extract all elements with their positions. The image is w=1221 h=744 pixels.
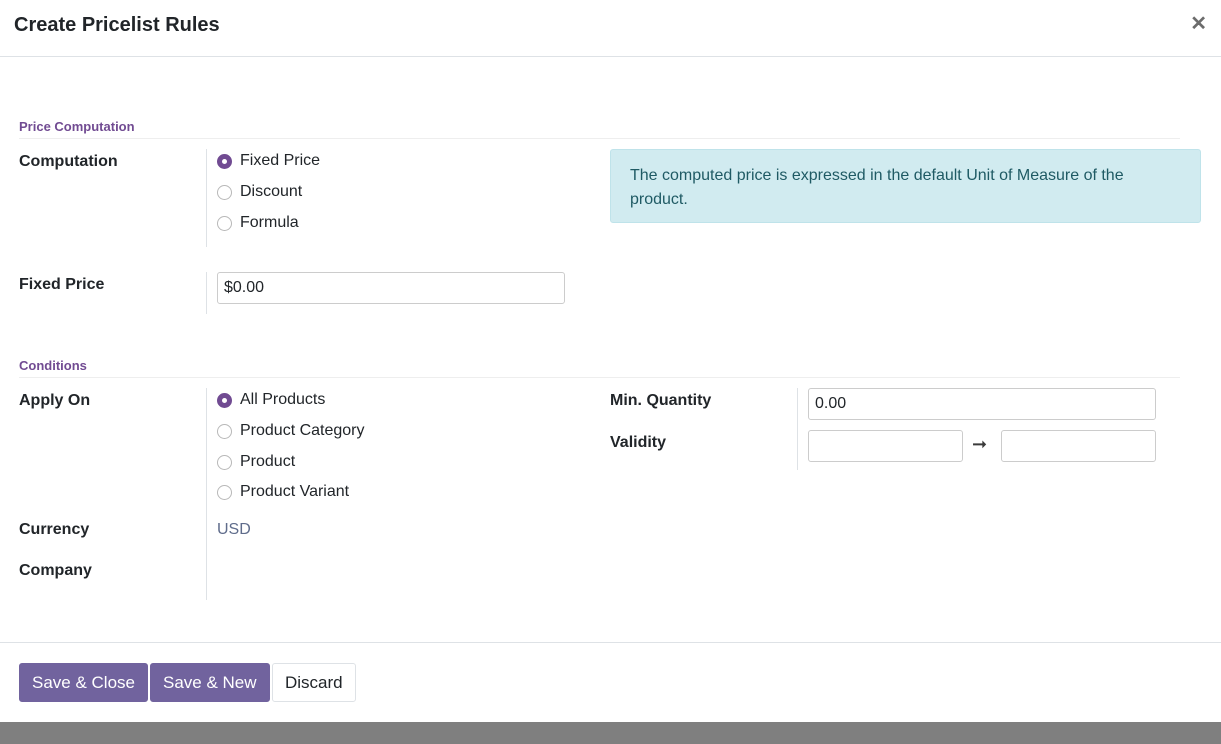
radio-unchecked-icon[interactable] bbox=[217, 423, 232, 439]
close-icon[interactable]: ✕ bbox=[1190, 12, 1207, 36]
radio-checked-icon[interactable] bbox=[217, 153, 232, 169]
company-label: Company bbox=[19, 562, 92, 579]
field-separator bbox=[797, 388, 798, 470]
arrow-right-icon: ➞ bbox=[972, 434, 988, 454]
uom-info-alert: The computed price is expressed in the d… bbox=[610, 149, 1201, 223]
radio-product-category[interactable]: Product Category bbox=[217, 420, 365, 442]
radio-all-products[interactable]: All Products bbox=[217, 389, 325, 411]
section-title-price-computation: Price Computation bbox=[19, 119, 135, 134]
radio-label: Fixed Price bbox=[240, 152, 321, 169]
radio-unchecked-icon[interactable] bbox=[217, 184, 232, 200]
save-close-button[interactable]: Save & Close bbox=[19, 663, 148, 702]
radio-label: Product Variant bbox=[240, 483, 350, 500]
field-separator bbox=[206, 388, 207, 600]
discard-button[interactable]: Discard bbox=[272, 663, 356, 702]
field-separator bbox=[206, 149, 207, 247]
radio-checked-icon[interactable] bbox=[217, 392, 232, 408]
modal-backdrop bbox=[0, 722, 1221, 744]
save-new-button[interactable]: Save & New bbox=[150, 663, 270, 702]
validity-end-input[interactable] bbox=[1001, 430, 1156, 462]
radio-unchecked-icon[interactable] bbox=[217, 215, 232, 231]
section-divider bbox=[19, 377, 1180, 378]
min-quantity-input[interactable] bbox=[808, 388, 1156, 420]
radio-label: Discount bbox=[240, 183, 303, 200]
radio-label: Product Category bbox=[240, 422, 365, 439]
radio-product-variant[interactable]: Product Variant bbox=[217, 481, 349, 503]
currency-label: Currency bbox=[19, 521, 90, 538]
computation-label: Computation bbox=[19, 153, 118, 170]
section-title-conditions: Conditions bbox=[19, 358, 87, 373]
apply-on-label: Apply On bbox=[19, 392, 91, 409]
modal-title: Create Pricelist Rules bbox=[14, 14, 220, 36]
fixed-price-label: Fixed Price bbox=[19, 276, 105, 293]
radio-discount[interactable]: Discount bbox=[217, 181, 302, 203]
modal-header: Create Pricelist Rules ✕ bbox=[0, 0, 1221, 57]
section-divider bbox=[19, 138, 1180, 139]
min-quantity-label: Min. Quantity bbox=[610, 392, 712, 409]
radio-label: All Products bbox=[240, 391, 326, 408]
radio-unchecked-icon[interactable] bbox=[217, 484, 232, 500]
radio-label: Product bbox=[240, 453, 296, 470]
radio-product[interactable]: Product bbox=[217, 451, 295, 473]
currency-value: USD bbox=[217, 521, 251, 538]
field-separator bbox=[206, 272, 207, 314]
radio-label: Formula bbox=[240, 214, 299, 231]
radio-fixed-price[interactable]: Fixed Price bbox=[217, 150, 320, 172]
fixed-price-input[interactable] bbox=[217, 272, 565, 304]
validity-start-input[interactable] bbox=[808, 430, 963, 462]
radio-formula[interactable]: Formula bbox=[217, 212, 299, 234]
radio-unchecked-icon[interactable] bbox=[217, 454, 232, 470]
validity-label: Validity bbox=[610, 434, 667, 451]
